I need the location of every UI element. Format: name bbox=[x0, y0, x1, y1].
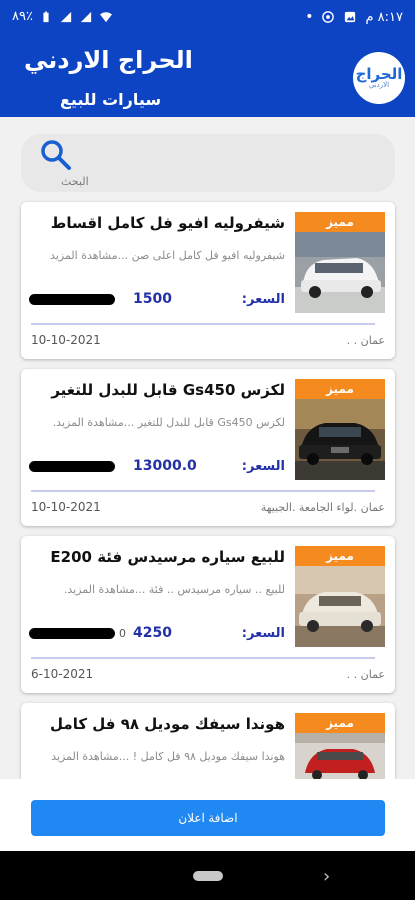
listing-card[interactable]: مميز لكزس Gs450 قابل للبدل للتغير لكزس G… bbox=[21, 369, 395, 526]
card-divider bbox=[31, 323, 375, 325]
listing-date: 10-10-2021 bbox=[31, 500, 101, 514]
status-bar: ٨٩٪ • ٨:١٧ م bbox=[0, 0, 415, 34]
listing-title[interactable]: شيفروليه افيو فل كامل اقساط bbox=[40, 214, 285, 232]
wifi-icon bbox=[99, 11, 112, 22]
price-label: السعر: bbox=[241, 626, 285, 641]
listing-thumbnail[interactable]: مميز bbox=[295, 713, 385, 779]
status-left: ٨٩٪ bbox=[12, 9, 113, 24]
price-value: 1500 bbox=[133, 291, 172, 307]
phone-number[interactable] bbox=[29, 294, 127, 307]
phone-text: 0778706880 bbox=[119, 628, 127, 640]
listing-location: عمان . . bbox=[346, 668, 385, 681]
search-icon[interactable] bbox=[39, 138, 73, 172]
listing-card[interactable]: مميز شيفروليه افيو فل كامل اقساط شيفرولي… bbox=[21, 202, 395, 359]
add-listing-bar: اضافة اعلان bbox=[0, 779, 415, 851]
signal-icon-2 bbox=[80, 11, 92, 22]
system-nav-bar: › bbox=[0, 851, 415, 900]
image-icon bbox=[345, 11, 356, 23]
search-label: البحث bbox=[61, 175, 89, 188]
car-photo bbox=[295, 232, 385, 313]
car-photo bbox=[295, 566, 385, 647]
chevron-right-icon[interactable]: › bbox=[323, 866, 330, 887]
signal-icon bbox=[60, 11, 72, 22]
listing-thumbnail[interactable]: مميز bbox=[295, 546, 385, 647]
listing-title[interactable]: لكزس Gs450 قابل للبدل للتغير bbox=[40, 381, 285, 399]
home-pill-icon[interactable] bbox=[193, 871, 223, 881]
price-value: 4250 bbox=[133, 625, 172, 641]
listing-title[interactable]: للبيع سياره مرسيدس فئة E200 bbox=[40, 548, 285, 566]
car-photo bbox=[295, 733, 385, 779]
listing-thumbnail[interactable]: مميز bbox=[295, 379, 385, 480]
listing-title[interactable]: هوندا سيفك موديل ٩٨ فل كامل bbox=[40, 715, 285, 733]
status-time: ٨:١٧ م bbox=[365, 9, 403, 25]
app-logo: الحراج الاردني bbox=[353, 52, 405, 104]
listing-card[interactable]: مميز هوندا سيفك موديل ٩٨ فل كامل هوندا س… bbox=[21, 703, 395, 779]
listing-description: للبيع .. سياره مرسيدس .. فئة ...مشاهدة ا… bbox=[63, 583, 285, 596]
listing-date: 6-10-2021 bbox=[31, 667, 94, 681]
battery-text: ٨٩٪ bbox=[12, 9, 33, 24]
card-divider bbox=[31, 657, 375, 659]
phone-redaction bbox=[29, 628, 115, 639]
listing-location: عمان . . bbox=[346, 334, 385, 347]
battery-icon bbox=[43, 10, 49, 22]
featured-badge: مميز bbox=[295, 379, 385, 399]
phone-number[interactable]: 0778706880 bbox=[29, 628, 127, 641]
phone-redaction bbox=[29, 294, 115, 305]
listing-description: لكزس Gs450 قابل للبدل للتغير ...مشاهدة ا… bbox=[52, 416, 285, 429]
price-label: السعر: bbox=[241, 459, 285, 474]
card-divider bbox=[31, 490, 375, 492]
featured-badge: مميز bbox=[295, 212, 385, 232]
add-listing-button[interactable]: اضافة اعلان bbox=[31, 800, 385, 836]
search-box[interactable]: البحث bbox=[21, 134, 395, 192]
featured-badge: مميز bbox=[295, 546, 385, 566]
dot-icon: • bbox=[305, 9, 314, 25]
whatsapp-icon bbox=[322, 11, 335, 23]
phone-redaction bbox=[29, 461, 115, 472]
listing-location: عمان .لواء الجامعة .الجبيهة bbox=[260, 501, 385, 514]
phone-number[interactable] bbox=[29, 461, 127, 474]
app-title: الحراج الاردني bbox=[24, 46, 193, 74]
logo-subtext: الاردني bbox=[368, 81, 390, 89]
featured-badge: مميز bbox=[295, 713, 385, 733]
status-right: • ٨:١٧ م bbox=[305, 9, 403, 25]
price-value: 13000.0 bbox=[133, 458, 197, 474]
listing-date: 10-10-2021 bbox=[31, 333, 101, 347]
app-subtitle: سيارات للبيع bbox=[60, 90, 162, 109]
listing-thumbnail[interactable]: مميز bbox=[295, 212, 385, 313]
listing-card[interactable]: مميز للبيع سياره مرسيدس فئة E200 للبيع .… bbox=[21, 536, 395, 693]
listing-description: هوندا سيفك موديل ٩٨ فل كامل ! ...مشاهدة … bbox=[51, 750, 285, 763]
logo-text: الحراج bbox=[355, 65, 403, 83]
price-label: السعر: bbox=[241, 292, 285, 307]
listing-description: شيفروليه افيو فل كامل اعلى صن ...مشاهدة … bbox=[50, 249, 285, 262]
app-header: ٨٩٪ • ٨:١٧ م الحراج الاردني سيارات للبيع… bbox=[0, 0, 415, 117]
car-photo bbox=[295, 399, 385, 480]
